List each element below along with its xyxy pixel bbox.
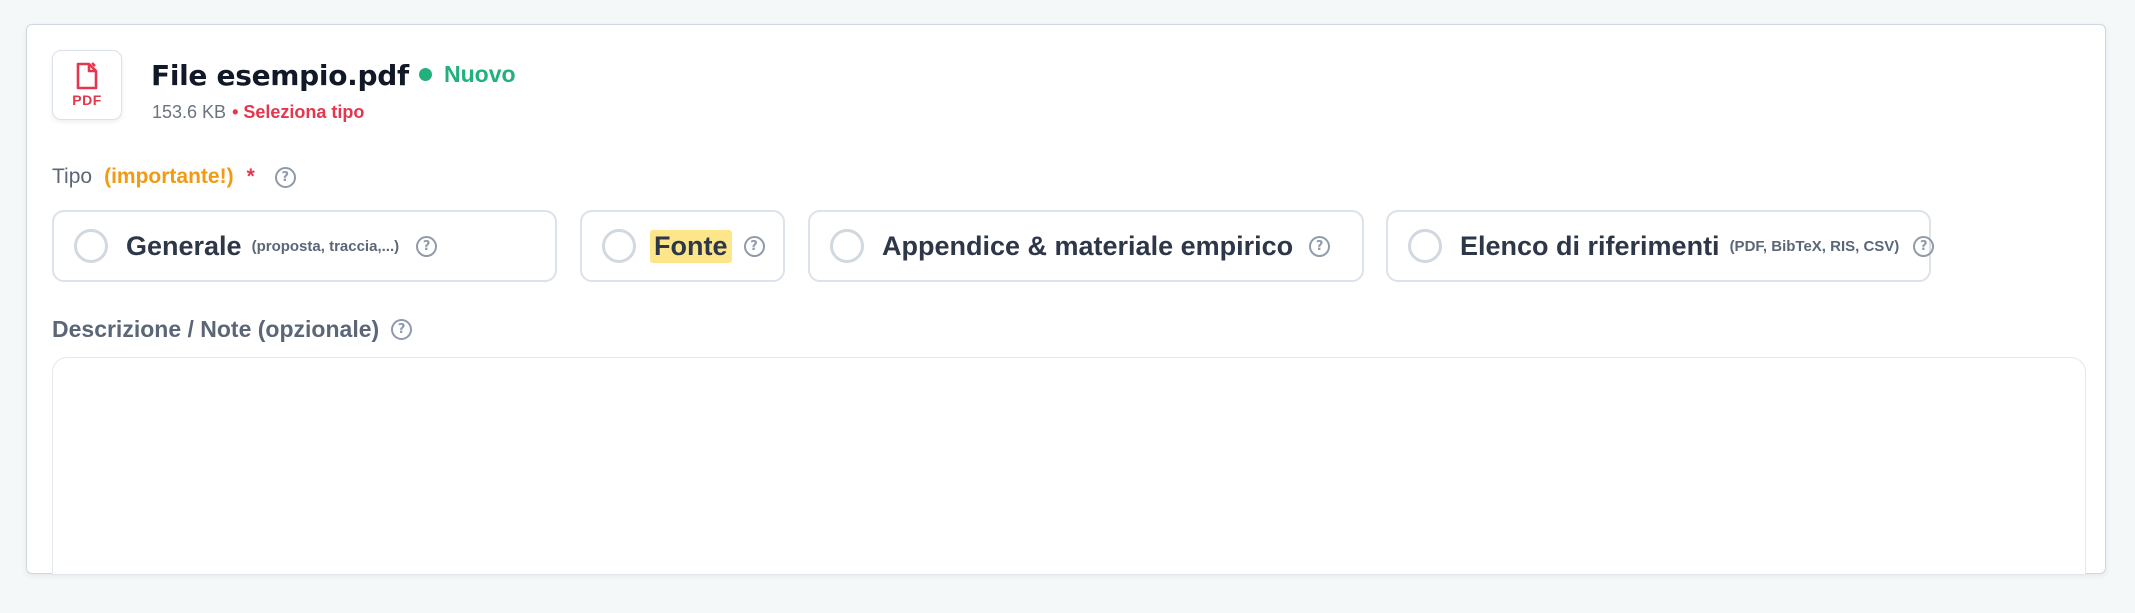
type-help-icon[interactable]: ? <box>274 166 296 188</box>
description-field-label: Descrizione / Note (opzionale) ? <box>52 316 413 343</box>
radio-elenco-riferimenti[interactable] <box>1408 229 1442 263</box>
option-label: Appendice & materiale empirico <box>882 230 1294 261</box>
radio-appendice[interactable] <box>830 229 864 263</box>
option-help-icon[interactable]: ? <box>1913 235 1935 257</box>
file-meta: 153.6 KB • Seleziona tipo <box>152 102 364 123</box>
file-type-badge: PDF <box>72 92 102 108</box>
type-option-appendice[interactable]: Appendice & materiale empirico ? <box>808 210 1364 282</box>
option-label: Fonte <box>650 229 732 263</box>
file-status: Nuovo <box>419 61 516 88</box>
file-size: 153.6 KB <box>152 102 227 122</box>
type-label: Tipo <box>52 165 93 188</box>
option-help-icon[interactable]: ? <box>1309 235 1331 257</box>
type-option-elenco-riferimenti[interactable]: Elenco di riferimenti (PDF, BibTeX, RIS,… <box>1386 210 1935 282</box>
type-option-generale[interactable]: Generale (proposta, traccia,...) ? <box>52 210 557 282</box>
option-help-icon[interactable]: ? <box>416 235 438 257</box>
radio-generale[interactable] <box>74 229 108 263</box>
option-hint: (PDF, BibTeX, RIS, CSV) <box>1729 237 1900 255</box>
option-label: Generale <box>126 230 242 261</box>
description-label: Descrizione / Note (opzionale) <box>52 316 380 342</box>
type-importance-note: (importante!) <box>104 165 234 188</box>
required-mark: * <box>246 165 255 188</box>
option-help-icon[interactable]: ? <box>743 235 765 257</box>
description-help-icon[interactable]: ? <box>391 319 413 340</box>
option-hint: (proposta, traccia,...) <box>251 237 400 255</box>
status-dot-icon <box>419 68 432 81</box>
file-name: File esempio.pdf <box>151 59 409 92</box>
option-label: Elenco di riferimenti <box>1460 230 1720 261</box>
type-field-label: Tipo (importante!) * ? <box>52 165 296 189</box>
status-label: Nuovo <box>444 61 516 87</box>
radio-fonte[interactable] <box>602 229 636 263</box>
pdf-file-icon <box>76 62 98 90</box>
select-type-prompt: • Seleziona tipo <box>232 102 365 122</box>
type-option-fonte[interactable]: Fonte ? <box>580 210 785 282</box>
file-thumbnail: PDF <box>52 50 122 120</box>
description-textarea[interactable] <box>52 357 2086 575</box>
file-upload-card: PDF File esempio.pdf Nuovo 153.6 KB • Se… <box>26 24 2106 575</box>
